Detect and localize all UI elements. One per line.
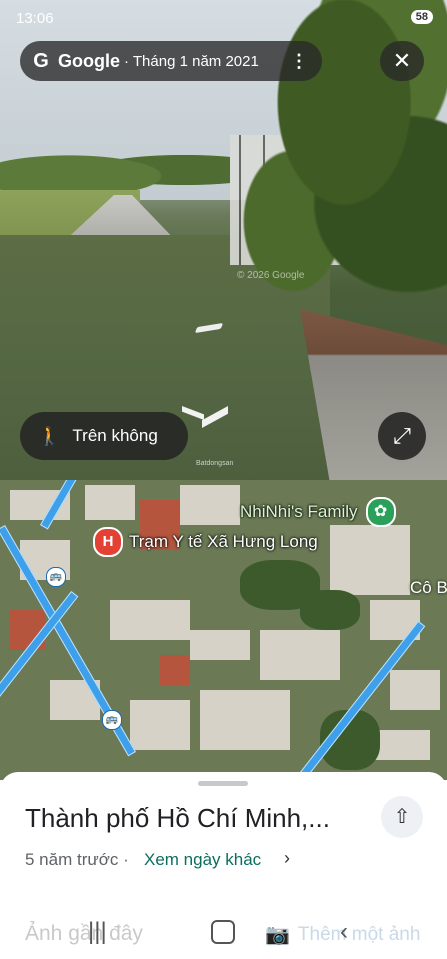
source-badge: Batdongsan <box>196 460 234 467</box>
expand-icon[interactable]: ⤢ <box>378 412 426 460</box>
brand-label: Google <box>58 50 120 71</box>
chevron-right-icon[interactable]: › <box>284 848 290 869</box>
capture-date: · Tháng 1 năm 2021 <box>124 52 259 70</box>
close-button[interactable]: ✕ <box>380 41 424 81</box>
building <box>330 525 410 595</box>
building <box>130 700 190 750</box>
building <box>180 485 240 525</box>
back-icon[interactable]: ‹ <box>340 918 348 946</box>
poi-label: NhiNhi's Family <box>240 502 358 521</box>
aerial-view-label: Trên không <box>72 426 158 445</box>
building <box>190 630 250 660</box>
more-options-icon[interactable]: ⋮ <box>290 51 308 72</box>
poi-family[interactable]: NhiNhi's Family ✿ <box>240 497 396 527</box>
building <box>85 485 135 520</box>
bus-stop-icon[interactable]: 🚌 <box>102 710 122 730</box>
poi-clinic[interactable]: H Trạm Y tế Xã Hưng Long <box>93 527 318 557</box>
status-bar: 13:06 58 <box>0 0 447 36</box>
building <box>200 690 290 750</box>
poi-partial[interactable]: Cô B <box>410 578 447 598</box>
bus-stop-icon[interactable]: 🚌 <box>46 567 66 587</box>
place-title: Thành phố Hồ Chí Minh,... <box>25 803 330 833</box>
google-g-icon: G <box>33 49 49 72</box>
home-icon[interactable] <box>211 920 235 944</box>
capture-age: 5 năm trước · <box>25 850 129 869</box>
battery-indicator: 58 <box>410 10 433 24</box>
building <box>260 630 340 680</box>
building <box>390 670 440 710</box>
street-view-header: G Google · Tháng 1 năm 2021 ⋮ <box>20 41 322 81</box>
aerial-view-button[interactable]: 🚶 Trên không <box>20 412 188 460</box>
copyright-watermark: © 2026 Google <box>237 270 305 281</box>
recent-photos-label: Ảnh gần đây <box>25 922 143 945</box>
person-icon: 🚶 <box>38 425 61 446</box>
share-button[interactable]: ⇧ <box>381 796 423 838</box>
navigate-forward-arrow[interactable] <box>194 320 224 336</box>
recent-apps-icon[interactable]: ||| <box>88 918 107 946</box>
flower-icon: ✿ <box>365 497 396 527</box>
trees <box>240 560 320 610</box>
building <box>160 655 190 685</box>
drag-handle[interactable] <box>198 781 248 786</box>
poi-label: Trạm Y tế Xã Hưng Long <box>129 532 318 551</box>
add-photo-icon: 📷 <box>265 924 290 946</box>
building <box>110 600 190 640</box>
add-photo-label: Thêm một ảnh <box>297 923 421 945</box>
see-other-dates-link[interactable]: Xem ngày khác <box>144 850 261 870</box>
status-time: 13:06 <box>16 10 54 27</box>
hospital-icon: H <box>93 527 123 557</box>
navigate-back-arrow[interactable] <box>180 402 230 434</box>
